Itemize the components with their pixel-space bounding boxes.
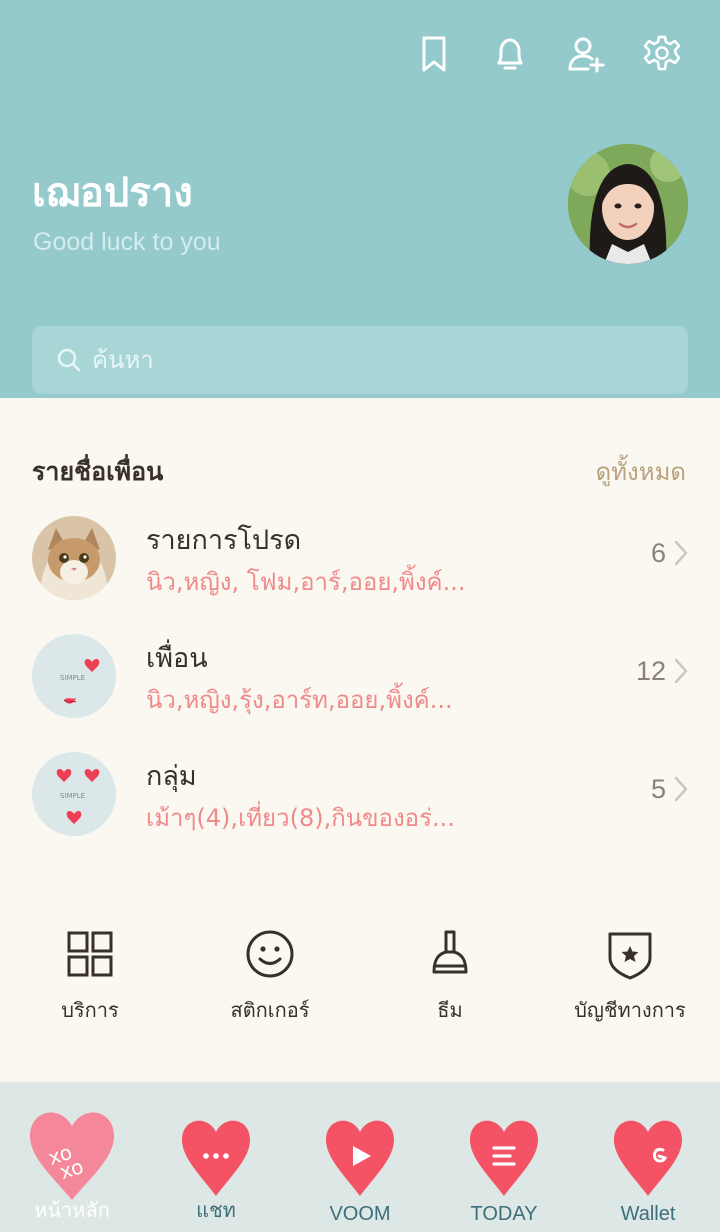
official-accounts-button[interactable]: บัญชีทางการ [540,922,720,1032]
svg-text:SIMPLE: SIMPLE [60,674,85,682]
bottom-navigation: xo xo หน้าหลัก แชท VOOM TODAY Wallet [0,1082,720,1232]
list-item-favorites[interactable]: รายการโปรด นิว,หญิง, โฟม,อาร์,ออย,พิ้งค์… [0,508,720,608]
quick-menu: บริการ สติกเกอร์ ธีม บัญชีทางการ [0,922,720,1032]
profile-status-message[interactable]: Good luck to you [33,228,221,257]
profile-name[interactable]: เฌอปราง [32,160,193,224]
list-item-friends[interactable]: SIMPLE เพื่อน นิว,หญิง,รุ้ง,อาร์ท,ออย,พิ… [0,626,720,726]
settings-icon[interactable] [640,32,684,76]
add-friend-icon[interactable] [564,32,608,76]
chevron-right-icon [674,776,688,802]
grid-icon [67,931,113,977]
bell-icon[interactable] [488,32,532,76]
friends-section-title: รายชื่อเพื่อน [32,457,164,486]
themes-label: ธีม [437,998,463,1022]
tab-today-label: TODAY [470,1203,538,1225]
stickers-label: สติกเกอร์ [230,998,310,1022]
heart-wallet-icon [614,1120,682,1196]
heart-xoxo-icon: xo xo [30,1112,114,1200]
profile-header: เฌอปราง Good luck to you [0,0,720,398]
tab-today[interactable]: TODAY [432,1082,576,1232]
chevron-right-icon [674,540,688,566]
tab-wallet[interactable]: Wallet [576,1082,720,1232]
tab-home-label: หน้าหลัก [34,1200,110,1222]
services-button[interactable]: บริการ [0,922,180,1032]
favorites-avatar [32,516,116,600]
search-icon [57,348,81,372]
list-item-count: 5 [650,774,666,804]
list-item-count: 6 [650,538,666,568]
tab-voom[interactable]: VOOM [288,1082,432,1232]
tab-chats[interactable]: แชท [144,1082,288,1232]
shield-star-icon [608,932,652,980]
chevron-right-icon [674,658,688,684]
heart-chat-icon [182,1120,250,1196]
smiley-icon [246,930,294,978]
profile-avatar[interactable] [568,144,688,264]
bookmark-icon[interactable] [412,32,456,76]
groups-avatar: SIMPLE [32,752,116,836]
header-toolbar [380,32,684,76]
svg-text:SIMPLE: SIMPLE [60,792,85,800]
services-label: บริการ [61,998,119,1022]
see-all-link[interactable]: ดูทั้งหมด [596,452,686,491]
list-item-subtitle: นิว,หญิง, โฟม,อาร์,ออย,พิ้งค์... [146,568,466,596]
tab-chats-label: แชท [196,1200,236,1222]
stickers-button[interactable]: สติกเกอร์ [180,922,360,1032]
list-item-subtitle: เม้าๆ(4),เที่ยว(8),กินของอร่... [146,804,455,832]
list-item-count: 12 [635,656,666,686]
search-input[interactable] [92,346,652,374]
themes-button[interactable]: ธีม [360,922,540,1032]
official-accounts-label: บัญชีทางการ [574,998,686,1022]
search-bar[interactable] [32,326,688,394]
list-item-title: กลุ่ม [146,761,197,792]
tab-home[interactable]: xo xo หน้าหลัก [0,1082,144,1232]
heart-news-icon [470,1120,538,1196]
list-item-subtitle: นิว,หญิง,รุ้ง,อาร์ท,ออย,พิ้งค์... [146,686,453,714]
brush-icon [432,930,468,974]
list-item-groups[interactable]: SIMPLE กลุ่ม เม้าๆ(4),เที่ยว(8),กินของอร… [0,744,720,844]
tab-wallet-label: Wallet [620,1203,676,1225]
list-item-title: รายการโปรด [146,525,302,556]
heart-play-icon [326,1120,394,1196]
friends-group-avatar: SIMPLE [32,634,116,718]
list-item-title: เพื่อน [146,643,208,674]
tab-voom-label: VOOM [329,1203,391,1225]
